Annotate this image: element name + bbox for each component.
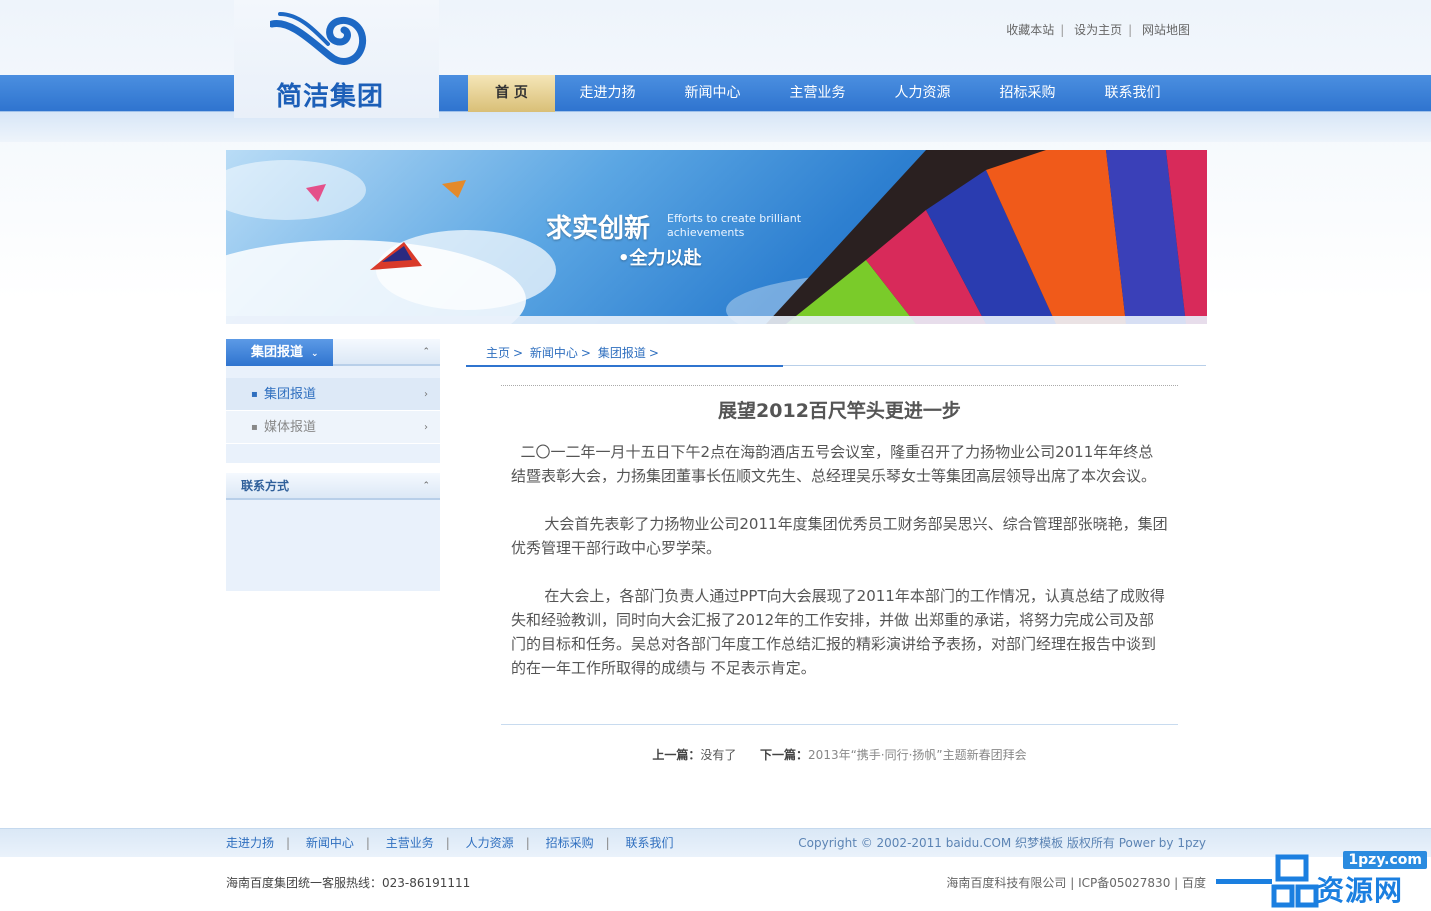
article-paragraph: 二〇一二年一月十五日下午2点在海韵酒店五号会议室，隆重召开了力扬物业公司2011… — [511, 443, 1157, 485]
chevron-down-icon: ⌄ — [311, 349, 319, 359]
watermark-domain: 1pzy.com — [1343, 851, 1427, 869]
banner-english: Efforts to create brilliant achievements — [667, 212, 802, 239]
breadcrumb: 主页 > 新闻中心 > 集团报道 > — [466, 339, 1206, 367]
nav-procurement[interactable]: 招标采购 — [975, 75, 1080, 112]
main-nav: 首 页 走进力扬 新闻中心 主营业务 人力资源 招标采购 联系我们 — [468, 75, 1185, 112]
logo-text: 简洁集团 — [276, 82, 385, 112]
prev-label: 上一篇： — [652, 748, 701, 762]
nav-about[interactable]: 走进力扬 — [555, 75, 660, 112]
article-title: 展望2012百尺竿头更进一步 — [718, 400, 961, 422]
collapse-icon[interactable]: ⌃ — [422, 473, 430, 500]
banner: 求实创新 Efforts to create brilliant achieve… — [226, 150, 1207, 324]
hotline: 海南百度集团统一客服热线：023-86191111 — [226, 876, 471, 890]
prev-value: 没有了 — [700, 748, 737, 762]
header-band-shadow — [0, 112, 1431, 142]
watermark-logo-icon — [1216, 854, 1319, 908]
sidebar-news-tab[interactable]: 集团报道 ⌄ — [226, 339, 333, 366]
footer-link-about[interactable]: 走进力扬 — [226, 836, 274, 850]
nav-news[interactable]: 新闻中心 — [660, 75, 765, 112]
sidebar-item-label: 媒体报道 — [264, 420, 317, 435]
logo[interactable]: 简洁集团 — [234, 0, 439, 118]
breadcrumb-news[interactable]: 新闻中心 — [530, 346, 578, 360]
copyright: Copyright © 2002-2011 baidu.COM 织梦模板 版权所… — [798, 836, 1206, 850]
banner-slogan: 求实创新 — [546, 214, 651, 244]
sidebar-contact-title: 联系方式 — [241, 479, 290, 493]
next-label: 下一篇： — [760, 748, 809, 762]
bookmark-link[interactable]: 收藏本站 — [1006, 23, 1054, 37]
sidebar-item-group-news[interactable]: ▪ 集团报道 › — [226, 378, 440, 411]
article-paragraph: 大会首先表彰了力扬物业公司2011年度集团优秀员工财务部吴思兴、综合管理部张晓艳… — [511, 515, 1168, 557]
collapse-icon[interactable]: ⌃ — [422, 339, 430, 366]
footer-link-news[interactable]: 新闻中心 — [306, 836, 354, 850]
footer-link-business[interactable]: 主营业务 — [386, 836, 434, 850]
banner-slogan-2: •全力以赴 — [618, 248, 702, 269]
bullet-icon: ▪ — [251, 422, 258, 433]
nav-business[interactable]: 主营业务 — [765, 75, 870, 112]
nav-hr[interactable]: 人力资源 — [870, 75, 975, 112]
next-article-link[interactable]: 2013年“携手·同行·扬帆”主题新春团拜会 — [808, 748, 1027, 762]
breadcrumb-home[interactable]: 主页 — [486, 346, 510, 360]
watermark: 1pzy.com 资源网 — [1216, 849, 1431, 911]
article-divider — [501, 724, 1178, 725]
nav-contact[interactable]: 联系我们 — [1080, 75, 1185, 112]
prev-next-nav: 上一篇：没有了 下一篇：2013年“携手·同行·扬帆”主题新春团拜会 — [501, 746, 1178, 763]
sidebar-contact-header: 联系方式 ⌃ — [226, 473, 440, 500]
set-homepage-link[interactable]: 设为主页 — [1074, 23, 1122, 37]
chevron-right-icon: › — [424, 422, 428, 433]
footer-link-procurement[interactable]: 招标采购 — [546, 836, 594, 850]
sidebar-item-label: 集团报道 — [264, 387, 317, 402]
logo-swirl-icon — [270, 12, 367, 65]
chevron-right-icon: › — [424, 389, 428, 400]
sidebar-news-box: 集团报道 ⌄ ⌃ ▪ 集团报道 › ▪ 媒体报道 › — [226, 339, 440, 463]
article-paragraph: 在大会上，各部门负责人通过PPT向大会展现了2011年本部门的工作情况，认真总结… — [511, 587, 1165, 677]
footer-link-hr[interactable]: 人力资源 — [466, 836, 514, 850]
sidebar-news-title: 集团报道 — [251, 345, 304, 360]
sidebar-item-media-news[interactable]: ▪ 媒体报道 › — [226, 411, 440, 444]
top-links: 收藏本站 | 设为主页 | 网站地图 — [1006, 23, 1190, 37]
sidebar-news-list: ▪ 集团报道 › ▪ 媒体报道 › — [226, 378, 440, 444]
sidebar-news-header: 集团报道 ⌄ ⌃ — [226, 339, 440, 366]
nav-home[interactable]: 首 页 — [468, 75, 555, 112]
sitemap-link[interactable]: 网站地图 — [1142, 23, 1190, 37]
footer-links: 走进力扬 | 新闻中心 | 主营业务 | 人力资源 | 招标采购 | 联系我们 — [226, 836, 674, 850]
article: 展望2012百尺竿头更进一步 二〇一二年一月十五日下午2点在海韵酒店五号会议室，… — [501, 385, 1178, 680]
watermark-text: 资源网 — [1316, 874, 1404, 907]
breadcrumb-group-news[interactable]: 集团报道 — [598, 346, 646, 360]
icp-info: 海南百度科技有限公司 | ICP备05027830 | 百度 — [946, 876, 1206, 890]
bullet-icon: ▪ — [251, 389, 258, 400]
sidebar-contact-box: 联系方式 ⌃ — [226, 473, 440, 591]
footer-link-contact[interactable]: 联系我们 — [625, 836, 673, 850]
